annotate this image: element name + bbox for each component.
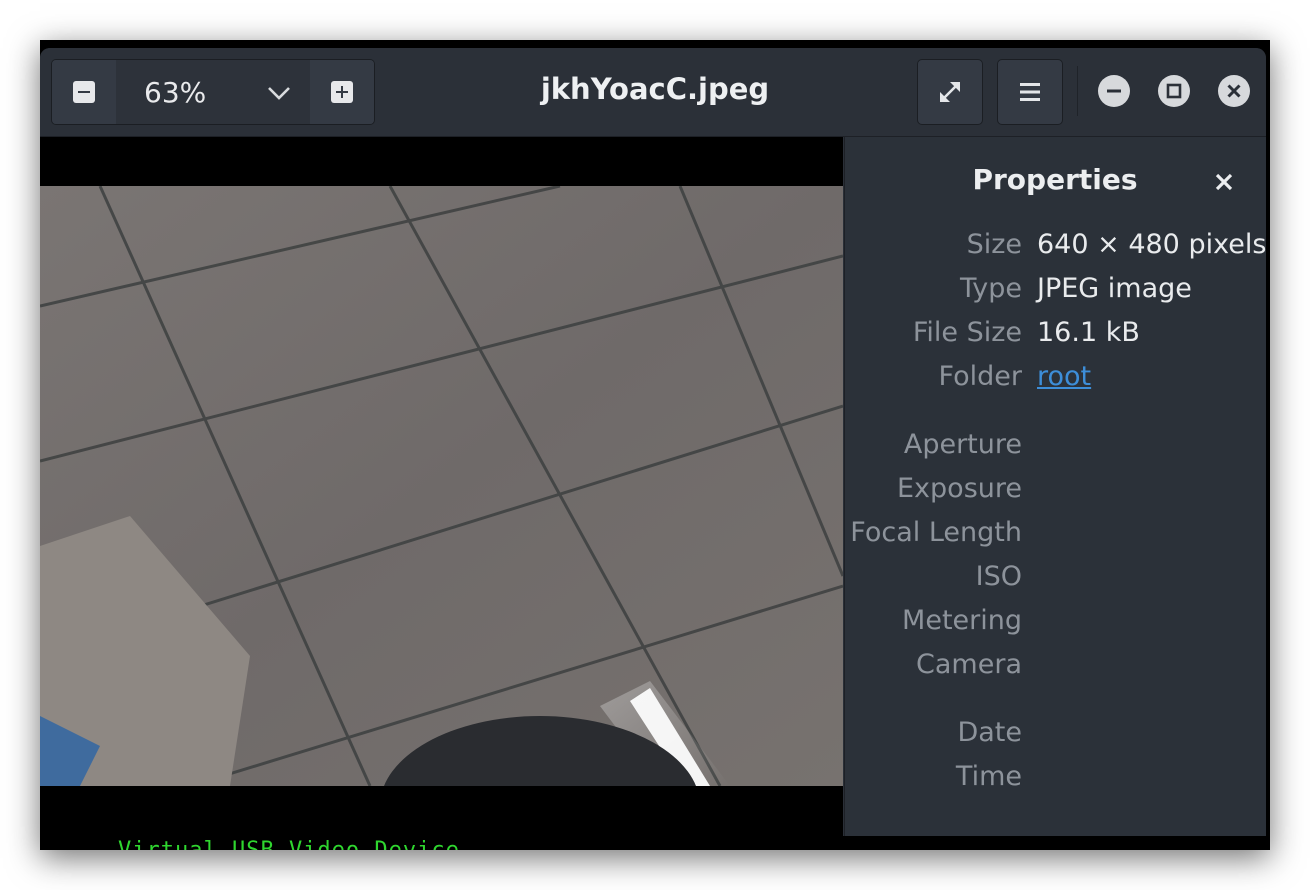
property-row-type: Type JPEG image: [845, 273, 1265, 309]
chevron-down-icon: [268, 87, 290, 100]
hamburger-menu-icon: [1020, 83, 1040, 101]
folder-link[interactable]: root: [1037, 361, 1091, 392]
property-row-focal-length: Focal Length: [845, 517, 1265, 553]
minimize-button[interactable]: [1098, 75, 1130, 107]
headerbar-separator: [1077, 66, 1078, 116]
property-label: Camera: [916, 649, 1022, 680]
property-row-date: Date: [845, 717, 1265, 753]
property-value: 640 × 480 pixels: [1037, 229, 1266, 260]
property-row-folder: Folder root: [845, 361, 1265, 397]
minimize-icon: [1107, 89, 1121, 93]
minus-icon: [73, 81, 95, 103]
ceiling-photo-image: [40, 186, 843, 786]
property-label: ISO: [975, 561, 1022, 592]
close-properties-button[interactable]: [1209, 167, 1239, 197]
property-row-camera: Camera: [845, 649, 1265, 685]
zoom-in-button[interactable]: [310, 60, 374, 124]
property-label: Metering: [902, 605, 1022, 636]
property-label: Time: [955, 761, 1022, 792]
menu-button[interactable]: [997, 59, 1063, 125]
maximize-button[interactable]: [1158, 75, 1190, 107]
close-icon: [1227, 84, 1241, 98]
property-label: Date: [957, 717, 1022, 748]
property-label: File Size: [912, 317, 1022, 348]
property-label: Type: [959, 273, 1022, 304]
zoom-level-dropdown[interactable]: 63%: [116, 60, 310, 124]
property-value: 16.1 kB: [1037, 317, 1140, 348]
image-canvas[interactable]: [40, 137, 843, 836]
property-label: Exposure: [897, 473, 1022, 504]
property-row-exposure: Exposure: [845, 473, 1265, 509]
property-row-time: Time: [845, 761, 1265, 797]
expand-icon: [940, 82, 960, 102]
zoom-control: 63%: [51, 59, 375, 125]
fullscreen-button[interactable]: [917, 59, 983, 125]
terminal-text: Virtual USB Video Device: [118, 838, 460, 850]
properties-title: Properties: [972, 163, 1138, 196]
property-row-iso: ISO: [845, 561, 1265, 597]
property-label: Folder: [938, 361, 1022, 392]
maximize-icon: [1166, 83, 1182, 99]
headerbar: 63% jkhYoacC.jpeg: [40, 48, 1266, 137]
plus-icon: [331, 81, 353, 103]
property-value: JPEG image: [1037, 273, 1192, 304]
close-icon: [1215, 173, 1233, 191]
property-row-size: Size 640 × 480 pixels: [845, 229, 1266, 265]
property-row-file-size: File Size 16.1 kB: [845, 317, 1265, 353]
zoom-level-text: 63%: [144, 75, 207, 109]
property-label: Focal Length: [850, 517, 1022, 548]
displayed-photo: [40, 186, 843, 786]
image-viewer-window: 63% jkhYoacC.jpeg Properties Size 640 × …: [40, 48, 1266, 836]
property-label: Size: [966, 229, 1022, 260]
window-title: jkhYoacC.jpeg: [540, 72, 770, 106]
property-row-aperture: Aperture: [845, 429, 1265, 465]
properties-panel: Properties Size 640 × 480 pixels Type JP…: [844, 137, 1266, 836]
close-window-button[interactable]: [1218, 75, 1250, 107]
property-label: Aperture: [903, 429, 1022, 460]
zoom-out-button[interactable]: [52, 60, 116, 124]
property-row-metering: Metering: [845, 605, 1265, 641]
